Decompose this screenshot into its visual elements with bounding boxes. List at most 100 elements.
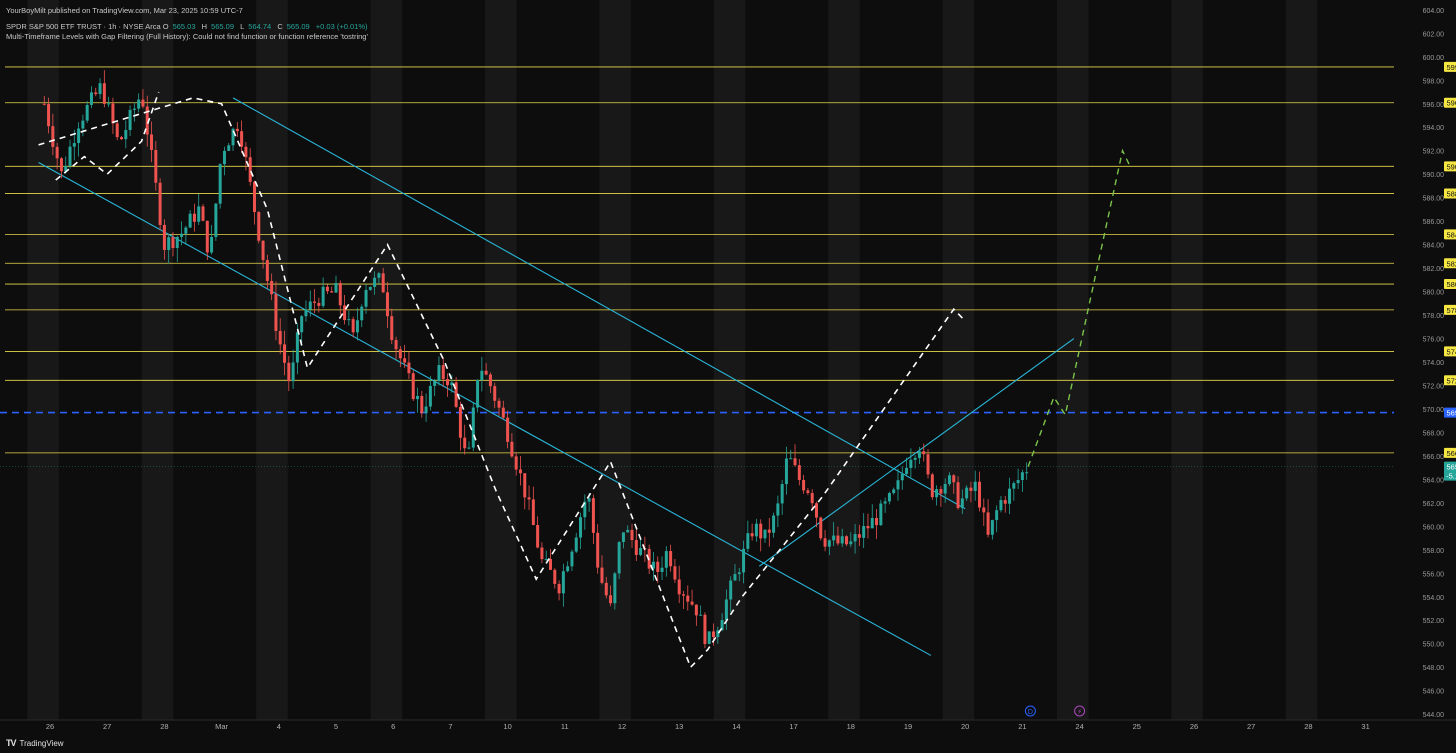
chart-canvas[interactable]: 544.00 546.00 548.00 550.00 552.00 554.00 556.… [0, 0, 1456, 753]
candle-body [810, 493, 814, 504]
candle-body [531, 499, 535, 526]
tradingview-logo-icon: TV [6, 738, 16, 748]
candle-body [639, 547, 643, 555]
candle-body [446, 379, 450, 386]
candle-body [403, 358, 407, 363]
candle-body [364, 289, 368, 307]
candle-body [892, 489, 896, 494]
candle-body [47, 103, 51, 127]
candle-body [870, 518, 874, 529]
x-tick-label: 13 [675, 722, 683, 731]
x-tick-label: Mar [215, 722, 228, 731]
candle-body [497, 400, 501, 408]
y-tick-label: 596.00 [1423, 102, 1445, 109]
candle-body [98, 83, 102, 95]
candle-body [300, 316, 304, 333]
candle-body [561, 571, 565, 594]
candle-body [789, 458, 793, 460]
session-band [599, 0, 631, 720]
symbol-legend[interactable]: SPDR S&P 500 ETF TRUST · 1h · NYSE Arca … [6, 22, 371, 31]
candle-body [424, 406, 428, 414]
candle-body [656, 561, 660, 572]
candle-body [265, 260, 269, 281]
candle-body [896, 480, 900, 490]
candle-body [952, 475, 956, 483]
candle-body [853, 534, 857, 542]
candle-body [724, 599, 728, 621]
x-tick-label: 20 [961, 722, 969, 731]
candle-body [385, 292, 389, 317]
y-tick-label: 554.00 [1423, 595, 1445, 602]
level-label: 582.41 [1447, 259, 1456, 268]
candle-body [51, 126, 55, 147]
candle-body [776, 503, 780, 516]
candle-body [321, 286, 325, 306]
candle-body [913, 457, 917, 460]
x-tick-label: 5 [334, 722, 338, 731]
candle-body [304, 309, 308, 317]
key-level-label: 569.69 [1447, 409, 1456, 418]
candle-body [171, 237, 175, 249]
candle-body [553, 569, 557, 584]
candle-body [476, 380, 480, 408]
indicator-legend[interactable]: Multi-Timeframe Levels with Gap Filterin… [6, 32, 368, 41]
x-tick-label: 10 [503, 722, 511, 731]
price-chart[interactable]: 544.00 546.00 548.00 550.00 552.00 554.00 556.… [0, 0, 1456, 753]
candle-body [879, 503, 883, 526]
ohlc-low: 564.74 [248, 22, 272, 31]
candle-body [1012, 483, 1016, 489]
candle-body [574, 537, 578, 552]
candle-body [935, 489, 939, 498]
candle-body [699, 614, 703, 616]
candle-body [1025, 472, 1029, 474]
level-label: 599.14 [1447, 63, 1456, 72]
candle-body [712, 631, 716, 638]
candle-body [120, 137, 123, 140]
candle-body [458, 406, 462, 438]
level-label: 566.26 [1447, 449, 1456, 458]
x-tick-label: 18 [847, 722, 855, 731]
candle-body [973, 481, 977, 491]
candle-body [767, 529, 771, 533]
session-band [1171, 0, 1203, 720]
y-tick-label: 564.00 [1423, 477, 1445, 484]
candle-body [866, 526, 870, 529]
candle-body [836, 535, 840, 544]
candle-body [377, 273, 381, 278]
x-tick-label: 24 [1075, 722, 1083, 731]
candle-body [501, 407, 505, 418]
y-tick-label: 568.00 [1423, 430, 1445, 437]
level-label: 572.44 [1447, 376, 1456, 385]
candle-body [634, 540, 638, 555]
candle-body [77, 128, 81, 144]
candle-body [566, 566, 570, 572]
x-tick-label: 14 [732, 722, 740, 731]
candle-body [579, 517, 583, 538]
y-tick-label: 592.00 [1423, 149, 1445, 156]
candle-body [802, 479, 806, 491]
candle-body [184, 227, 188, 234]
candle-body [222, 150, 226, 165]
tradingview-footer[interactable]: TV TradingView [6, 738, 64, 748]
candle-body [544, 558, 548, 560]
ohlc-high: 565.09 [211, 22, 234, 31]
x-tick-label: 7 [448, 722, 452, 731]
symbol-name: SPDR S&P 500 ETF TRUST · 1h · NYSE Arca [6, 22, 161, 31]
candle-body [960, 498, 964, 509]
candle-body [600, 567, 604, 583]
candle-body [334, 282, 338, 293]
candle-body [317, 302, 321, 306]
candle-body [549, 558, 552, 570]
candle-body [518, 469, 522, 474]
y-tick-label: 580.00 [1423, 290, 1445, 297]
y-tick-label: 560.00 [1423, 524, 1445, 531]
candle-body [681, 594, 685, 596]
candle-body [733, 574, 737, 581]
y-tick-label: 552.00 [1423, 618, 1445, 625]
candle-body [313, 301, 317, 303]
last-change-label: -5.19% [1446, 472, 1456, 481]
candle-body [703, 614, 707, 644]
level-label: 574.90 [1447, 347, 1456, 356]
candle-body [862, 526, 866, 538]
candle-body [686, 595, 690, 602]
